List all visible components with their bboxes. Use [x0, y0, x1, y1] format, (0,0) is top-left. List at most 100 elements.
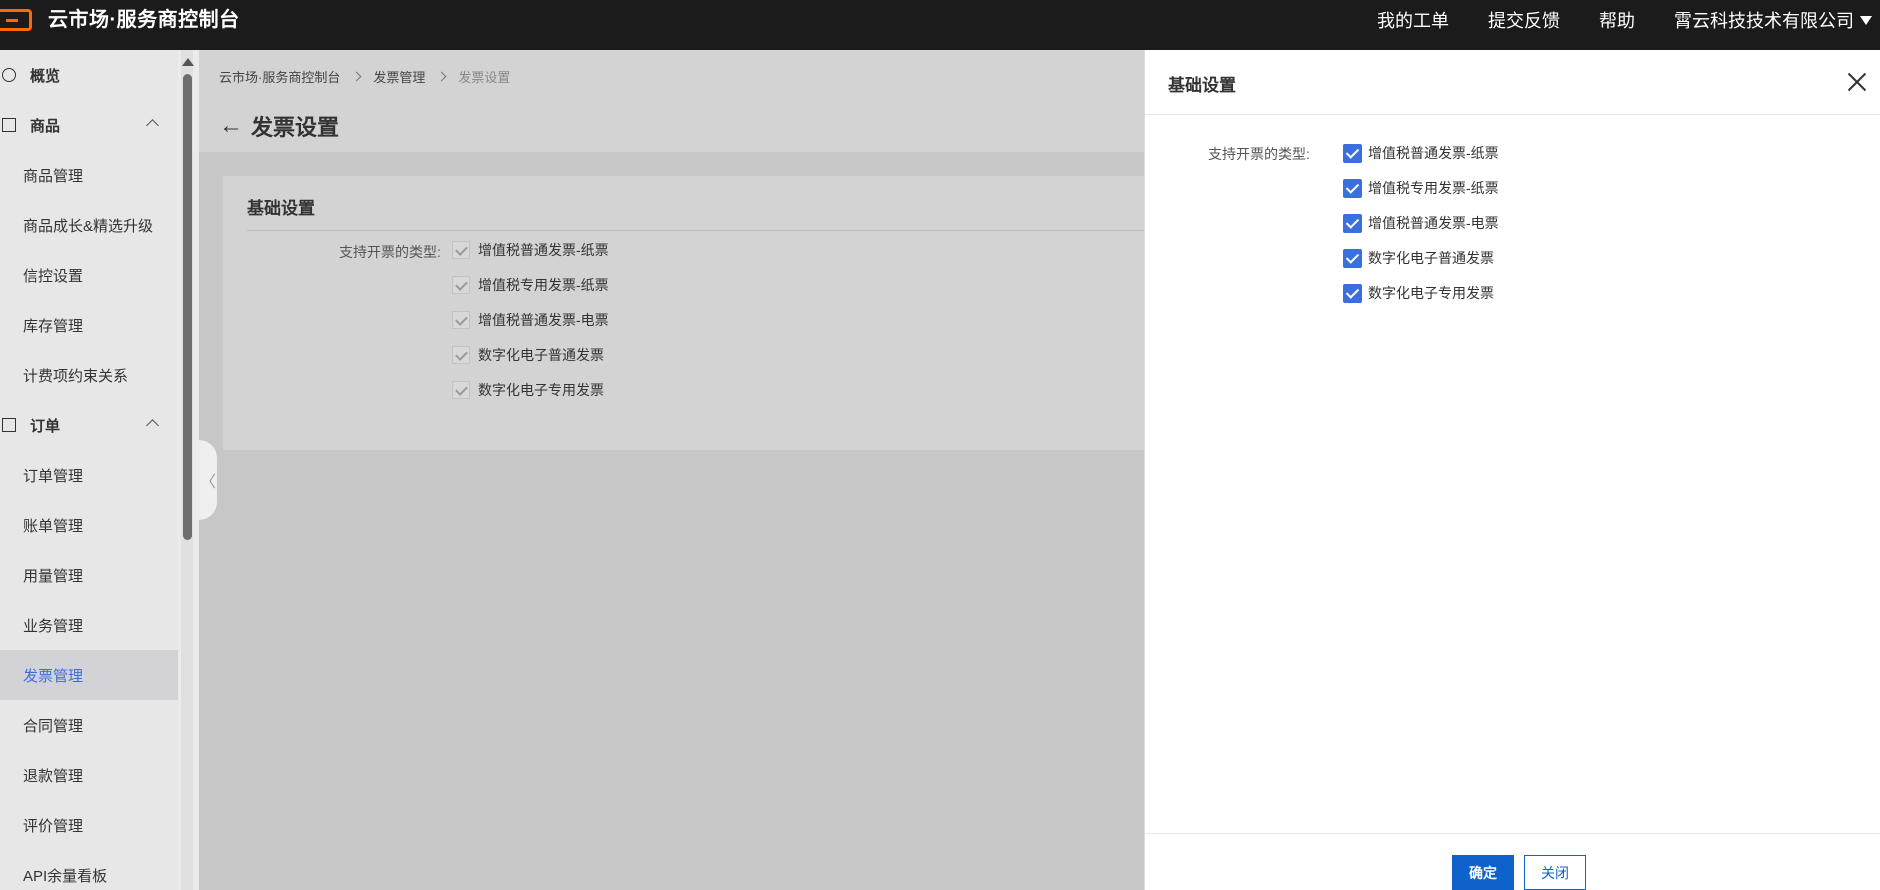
sidebar-item-label: 发票管理 — [23, 667, 84, 685]
sidebar-item-refund-management[interactable]: 退款管理 — [0, 750, 178, 800]
submit-feedback-link[interactable]: 提交反馈 — [1488, 7, 1560, 33]
scroll-up-arrow-icon[interactable] — [182, 58, 194, 66]
sidebar-item-billing-constraints[interactable]: 计费项约束关系 — [0, 350, 178, 400]
invoice-type-option[interactable]: 数字化电子专用发票 — [452, 380, 604, 400]
sidebar-group-orders[interactable]: 订单 — [0, 400, 178, 450]
checkbox-checked[interactable] — [1343, 248, 1362, 268]
top-nav: 我的工单 提交反馈 帮助 霄云科技技术有限公司 — [1338, 0, 1880, 40]
sidebar-item-label: API余量看板 — [23, 867, 108, 885]
invoice-type-checkbox[interactable]: 数字化电子专用发票 — [1343, 283, 1494, 303]
invoice-types-label: 支持开票的类型: — [339, 244, 441, 260]
invoice-type-checkbox[interactable]: 增值税专用发票-纸票 — [1343, 178, 1499, 198]
invoice-type-checkbox[interactable]: 数字化电子普通发票 — [1343, 248, 1494, 268]
sidebar-group-products[interactable]: 商品 — [0, 100, 178, 150]
top-bar: 云市场·服务商控制台 我的工单 提交反馈 帮助 霄云科技技术有限公司 — [0, 0, 1880, 50]
sidebar-item-invoice-management[interactable]: 发票管理 — [0, 650, 178, 700]
option-label: 数字化电子普通发票 — [478, 347, 604, 363]
checkbox-checked[interactable] — [1343, 213, 1362, 233]
confirm-button[interactable]: 确定 — [1452, 855, 1514, 890]
sidebar-item-bill-management[interactable]: 账单管理 — [0, 500, 178, 550]
page-header: 云市场·服务商控制台 发票管理 发票设置 ← 发票设置 — [199, 50, 1144, 152]
sidebar-item-label: 账单管理 — [23, 517, 84, 535]
checkbox-checked[interactable] — [1343, 178, 1362, 198]
sidebar-item-label: 计费项约束关系 — [23, 367, 129, 385]
sidebar-item-contract-management[interactable]: 合同管理 — [0, 700, 178, 750]
chevron-right-icon — [351, 71, 362, 82]
company-name: 霄云科技技术有限公司 — [1674, 11, 1854, 31]
checkbox-checked-disabled — [452, 241, 470, 259]
checkbox-checked-disabled — [452, 276, 470, 294]
sidebar-item-label: 订单 — [30, 417, 61, 435]
sidebar-item-label: 商品成长&精选升级 — [23, 217, 154, 235]
breadcrumb-current: 发票设置 — [458, 70, 511, 85]
sidebar-item-usage-management[interactable]: 用量管理 — [0, 550, 178, 600]
breadcrumb-item[interactable]: 云市场·服务商控制台 — [219, 67, 340, 86]
option-label: 增值税普通发票-纸票 — [478, 242, 609, 258]
help-link[interactable]: 帮助 — [1599, 7, 1635, 33]
option-label: 数字化电子普通发票 — [1368, 250, 1494, 266]
drawer-title: 基础设置 — [1168, 76, 1236, 95]
sidebar-item-label: 概览 — [30, 67, 61, 85]
sidebar-scroll-thumb[interactable] — [183, 74, 192, 540]
app-title[interactable]: 云市场·服务商控制台 — [48, 7, 240, 33]
card-title: 基础设置 — [247, 199, 315, 218]
sidebar-item-label: 评价管理 — [23, 817, 84, 835]
sidebar-item-api-quota-board[interactable]: API余量看板 — [0, 850, 178, 890]
checkbox-checked[interactable] — [1343, 143, 1362, 163]
sidebar-item-product-management[interactable]: 商品管理 — [0, 150, 178, 200]
divider — [247, 230, 1144, 231]
sidebar-item-credit-settings[interactable]: 信控设置 — [0, 250, 178, 300]
sidebar-item-label: 退款管理 — [23, 767, 84, 785]
invoice-type-checkbox[interactable]: 增值税普通发票-电票 — [1343, 213, 1499, 233]
sidebar-item-review-management[interactable]: 评价管理 — [0, 800, 178, 850]
sidebar-item-label: 商品管理 — [23, 167, 84, 185]
sidebar-collapse-toggle[interactable]: 〈 — [199, 440, 217, 520]
sidebar-item-business-management[interactable]: 业务管理 — [0, 600, 178, 650]
option-label: 增值税专用发票-纸票 — [478, 277, 609, 293]
checkbox-checked-disabled — [452, 311, 470, 329]
my-tickets-link[interactable]: 我的工单 — [1377, 7, 1449, 33]
chevron-right-icon — [436, 71, 447, 82]
pie-chart-icon — [2, 68, 16, 82]
sidebar-item-order-management[interactable]: 订单管理 — [0, 450, 178, 500]
invoice-type-checkbox[interactable]: 增值税普通发票-纸票 — [1343, 143, 1499, 163]
divider — [1145, 114, 1880, 115]
close-button[interactable]: 关闭 — [1524, 855, 1586, 890]
logo-icon[interactable] — [0, 9, 32, 31]
close-icon[interactable] — [1845, 70, 1869, 94]
breadcrumb-item[interactable]: 发票管理 — [373, 67, 425, 86]
sidebar-item-label: 用量管理 — [23, 567, 84, 585]
caret-down-icon — [1860, 15, 1872, 25]
sidebar-item-overview[interactable]: 概览 — [0, 50, 178, 100]
option-label: 增值税普通发票-电票 — [1368, 215, 1499, 231]
settings-drawer: 基础设置 支持开票的类型: 增值税普通发票-纸票 增值税专用发票-纸票 增值税普… — [1144, 50, 1880, 890]
breadcrumb: 云市场·服务商控制台 发票管理 发票设置 — [219, 67, 510, 86]
sidebar-item-label: 信控设置 — [23, 267, 84, 285]
shopping-bag-icon — [2, 118, 16, 132]
invoice-types-label: 支持开票的类型: — [1208, 146, 1310, 162]
sidebar-item-product-growth[interactable]: 商品成长&精选升级 — [0, 200, 178, 250]
sidebar-item-label: 业务管理 — [23, 617, 84, 635]
basic-settings-card: 基础设置 支持开票的类型: 增值税普通发票-纸票 增值税专用发票-纸票 增值税普… — [223, 176, 1144, 450]
option-label: 增值税普通发票-电票 — [478, 312, 609, 328]
checkbox-checked-disabled — [452, 381, 470, 399]
invoice-type-option[interactable]: 增值税普通发票-电票 — [452, 310, 609, 330]
back-arrow-icon[interactable]: ← — [219, 112, 243, 140]
checkbox-checked[interactable] — [1343, 283, 1362, 303]
page-title: 发票设置 — [251, 115, 340, 140]
invoice-type-option[interactable]: 增值税专用发票-纸票 — [452, 275, 609, 295]
sidebar-item-label: 合同管理 — [23, 717, 84, 735]
company-dropdown[interactable]: 霄云科技技术有限公司 — [1674, 7, 1880, 33]
chevron-up-icon — [146, 119, 159, 132]
sidebar-item-label: 订单管理 — [23, 467, 84, 485]
sidebar-item-label: 库存管理 — [23, 317, 84, 335]
option-label: 数字化电子专用发票 — [1368, 285, 1494, 301]
divider — [1145, 833, 1880, 834]
invoice-type-option[interactable]: 增值税普通发票-纸票 — [452, 240, 609, 260]
invoice-type-option[interactable]: 数字化电子普通发票 — [452, 345, 604, 365]
sidebar-item-inventory[interactable]: 库存管理 — [0, 300, 178, 350]
page-title-row: ← 发票设置 — [219, 110, 339, 142]
main-content: 云市场·服务商控制台 发票管理 发票设置 ← 发票设置 基础设置 支持开票的类型… — [199, 50, 1144, 890]
option-label: 增值税普通发票-纸票 — [1368, 145, 1499, 161]
checkbox-checked-disabled — [452, 346, 470, 364]
